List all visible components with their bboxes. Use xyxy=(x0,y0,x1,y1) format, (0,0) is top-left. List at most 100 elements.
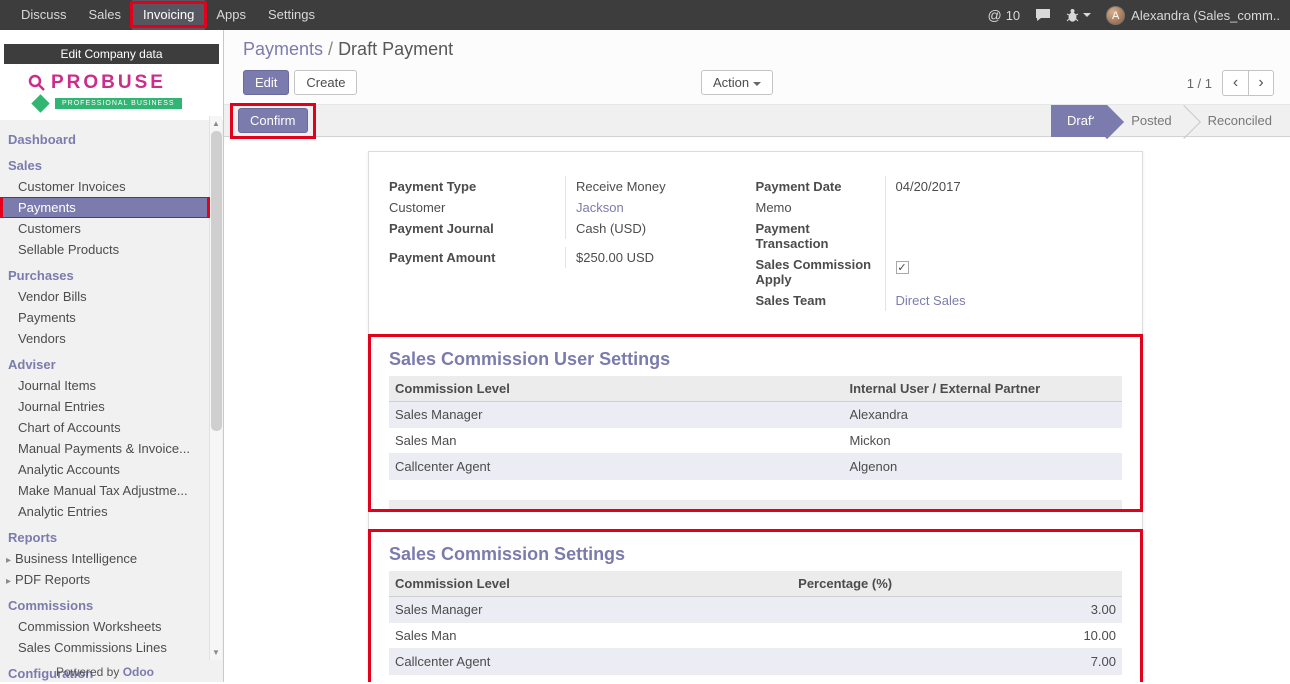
user-menu[interactable]: A Alexandra (Sales_comm.. xyxy=(1106,6,1280,25)
sidebar-scrollbar[interactable]: ▲ ▼ xyxy=(209,116,222,660)
sidebar-item-commission-worksheets[interactable]: Commission Worksheets xyxy=(0,616,210,637)
sidebar-item-analytic-entries[interactable]: Analytic Entries xyxy=(0,501,210,522)
table-row[interactable]: Callcenter Agent 7.00 xyxy=(389,649,1122,675)
edit-button[interactable]: Edit xyxy=(243,70,289,95)
field-payment-transaction[interactable] xyxy=(886,218,896,224)
sidebar-item-customers[interactable]: Customers xyxy=(0,218,210,239)
user-settings-table: Commission Level Internal User / Externa… xyxy=(389,376,1122,480)
field-label-payment-journal: Payment Journal xyxy=(389,218,566,239)
mention-counter[interactable]: @ 10 xyxy=(987,7,1020,23)
scrollbar-thumb[interactable] xyxy=(211,131,222,431)
cell-commission-level[interactable]: Callcenter Agent xyxy=(389,454,843,480)
cell-commission-level[interactable]: Callcenter Agent xyxy=(389,649,792,675)
table-row[interactable]: Sales Man 10.00 xyxy=(389,623,1122,649)
nav-settings[interactable]: Settings xyxy=(257,0,326,30)
field-payment-type[interactable]: Receive Money xyxy=(566,176,666,197)
form-view: Payment Type Receive Money Customer Jack… xyxy=(224,138,1290,682)
field-payment-amount[interactable]: $250.00 USD xyxy=(566,247,654,268)
sidebar-header: Edit Company data PROBUSE PROFESSIONAL B… xyxy=(0,30,223,120)
status-posted[interactable]: Posted xyxy=(1107,105,1183,137)
confirm-button[interactable]: Confirm xyxy=(238,108,308,133)
table-row[interactable]: Callcenter Agent Algenon xyxy=(389,454,1122,480)
sidebar-item-dashboard[interactable]: Dashboard xyxy=(0,129,210,150)
breadcrumb-payments[interactable]: Payments xyxy=(243,39,323,59)
sales-commission-apply-checkbox[interactable]: ✓ xyxy=(896,261,909,274)
column-header-internal-user[interactable]: Internal User / External Partner xyxy=(843,376,1122,402)
status-reconciled[interactable]: Reconciled xyxy=(1184,105,1290,137)
sidebar-section-commissions[interactable]: Commissions xyxy=(0,595,210,616)
logo-magnifier-icon xyxy=(28,74,46,92)
field-label-customer: Customer xyxy=(389,197,566,218)
sidebar-item-customer-invoices[interactable]: Customer Invoices xyxy=(0,176,210,197)
sidebar-item-manual-payments[interactable]: Manual Payments & Invoice... xyxy=(0,438,210,459)
sidebar-item-make-manual-tax[interactable]: Make Manual Tax Adjustme... xyxy=(0,480,210,501)
sidebar-item-journal-entries[interactable]: Journal Entries xyxy=(0,396,210,417)
field-sales-team[interactable]: Direct Sales xyxy=(886,290,966,311)
sidebar-section-reports[interactable]: Reports xyxy=(0,527,210,548)
cell-user[interactable]: Algenon xyxy=(843,454,1122,480)
sidebar-item-business-intelligence[interactable]: ▸Business Intelligence xyxy=(0,548,210,569)
nav-sales[interactable]: Sales xyxy=(78,0,133,30)
sidebar-item-journal-items[interactable]: Journal Items xyxy=(0,375,210,396)
field-label-sales-team: Sales Team xyxy=(756,290,886,311)
debug-menu-icon[interactable] xyxy=(1066,8,1091,22)
cell-user[interactable]: Alexandra xyxy=(843,402,1122,428)
field-payment-journal[interactable]: Cash (USD) xyxy=(566,218,646,239)
table-row[interactable]: Sales Man Mickon xyxy=(389,428,1122,454)
sidebar-item-pdf-reports[interactable]: ▸PDF Reports xyxy=(0,569,210,590)
action-dropdown[interactable]: Action xyxy=(701,70,773,95)
sidebar-item-payments-purchases[interactable]: Payments xyxy=(0,307,210,328)
scroll-up-icon[interactable]: ▲ xyxy=(212,116,220,131)
breadcrumb-separator: / xyxy=(328,39,333,59)
messages-icon[interactable] xyxy=(1035,8,1051,22)
cell-commission-level[interactable]: Sales Manager xyxy=(389,597,792,623)
table-row[interactable]: Sales Manager 3.00 xyxy=(389,597,1122,623)
field-customer[interactable]: Jackson xyxy=(566,197,624,218)
cell-commission-level[interactable]: Sales Man xyxy=(389,428,843,454)
company-logo[interactable]: PROBUSE PROFESSIONAL BUSINESS xyxy=(2,64,221,116)
caret-down-icon xyxy=(1083,13,1091,17)
breadcrumb-current: Draft Payment xyxy=(338,39,453,59)
sidebar-section-sales[interactable]: Sales xyxy=(0,155,210,176)
cell-user[interactable]: Mickon xyxy=(843,428,1122,454)
sidebar-item-analytic-accounts[interactable]: Analytic Accounts xyxy=(0,459,210,480)
cell-commission-level[interactable]: Sales Man xyxy=(389,623,792,649)
cell-percentage[interactable]: 7.00 xyxy=(792,649,1122,675)
sidebar-item-vendor-bills[interactable]: Vendor Bills xyxy=(0,286,210,307)
sidebar-item-vendors[interactable]: Vendors xyxy=(0,328,210,349)
status-draft[interactable]: Draft xyxy=(1051,105,1107,137)
table-row[interactable]: Sales Manager Alexandra xyxy=(389,402,1122,428)
pager-next-button[interactable]: › xyxy=(1248,70,1274,96)
edit-company-button[interactable]: Edit Company data xyxy=(4,44,219,64)
sidebar-item-payments-sales[interactable]: Payments xyxy=(0,197,210,218)
odoo-link[interactable]: Odoo xyxy=(123,665,154,679)
field-memo[interactable] xyxy=(886,197,896,203)
scroll-down-icon[interactable]: ▼ xyxy=(212,645,220,660)
nav-apps[interactable]: Apps xyxy=(205,0,257,30)
sidebar-item-chart-of-accounts[interactable]: Chart of Accounts xyxy=(0,417,210,438)
bug-icon xyxy=(1066,8,1079,22)
cell-percentage[interactable]: 3.00 xyxy=(792,597,1122,623)
nav-invoicing[interactable]: Invoicing xyxy=(132,0,205,30)
sidebar: Edit Company data PROBUSE PROFESSIONAL B… xyxy=(0,30,224,682)
cell-commission-level[interactable]: Sales Manager xyxy=(389,402,843,428)
column-header-commission-level[interactable]: Commission Level xyxy=(389,571,792,597)
topbar-systray: @ 10 A Alexandra (Sales_comm.. xyxy=(987,0,1290,30)
sidebar-item-sellable-products[interactable]: Sellable Products xyxy=(0,239,210,260)
cell-percentage[interactable]: 10.00 xyxy=(792,623,1122,649)
sidebar-item-sales-commissions-lines[interactable]: Sales Commissions Lines xyxy=(0,637,210,658)
logo-cube-icon xyxy=(31,94,49,112)
pager-previous-button[interactable]: ‹ xyxy=(1222,70,1248,96)
pager-value: 1 / 1 xyxy=(1187,76,1212,91)
nav-discuss[interactable]: Discuss xyxy=(10,0,78,30)
sidebar-item-label: Business Intelligence xyxy=(15,551,137,566)
sidebar-section-adviser[interactable]: Adviser xyxy=(0,354,210,375)
create-button[interactable]: Create xyxy=(294,70,357,95)
column-header-commission-level[interactable]: Commission Level xyxy=(389,376,843,402)
section-commission-settings: Sales Commission Settings Commission Lev… xyxy=(368,529,1143,682)
sidebar-section-purchases[interactable]: Purchases xyxy=(0,265,210,286)
field-label-payment-type: Payment Type xyxy=(389,176,566,197)
field-payment-date[interactable]: 04/20/2017 xyxy=(886,176,961,197)
sidebar-item-label: PDF Reports xyxy=(15,572,90,587)
column-header-percentage[interactable]: Percentage (%) xyxy=(792,571,1122,597)
